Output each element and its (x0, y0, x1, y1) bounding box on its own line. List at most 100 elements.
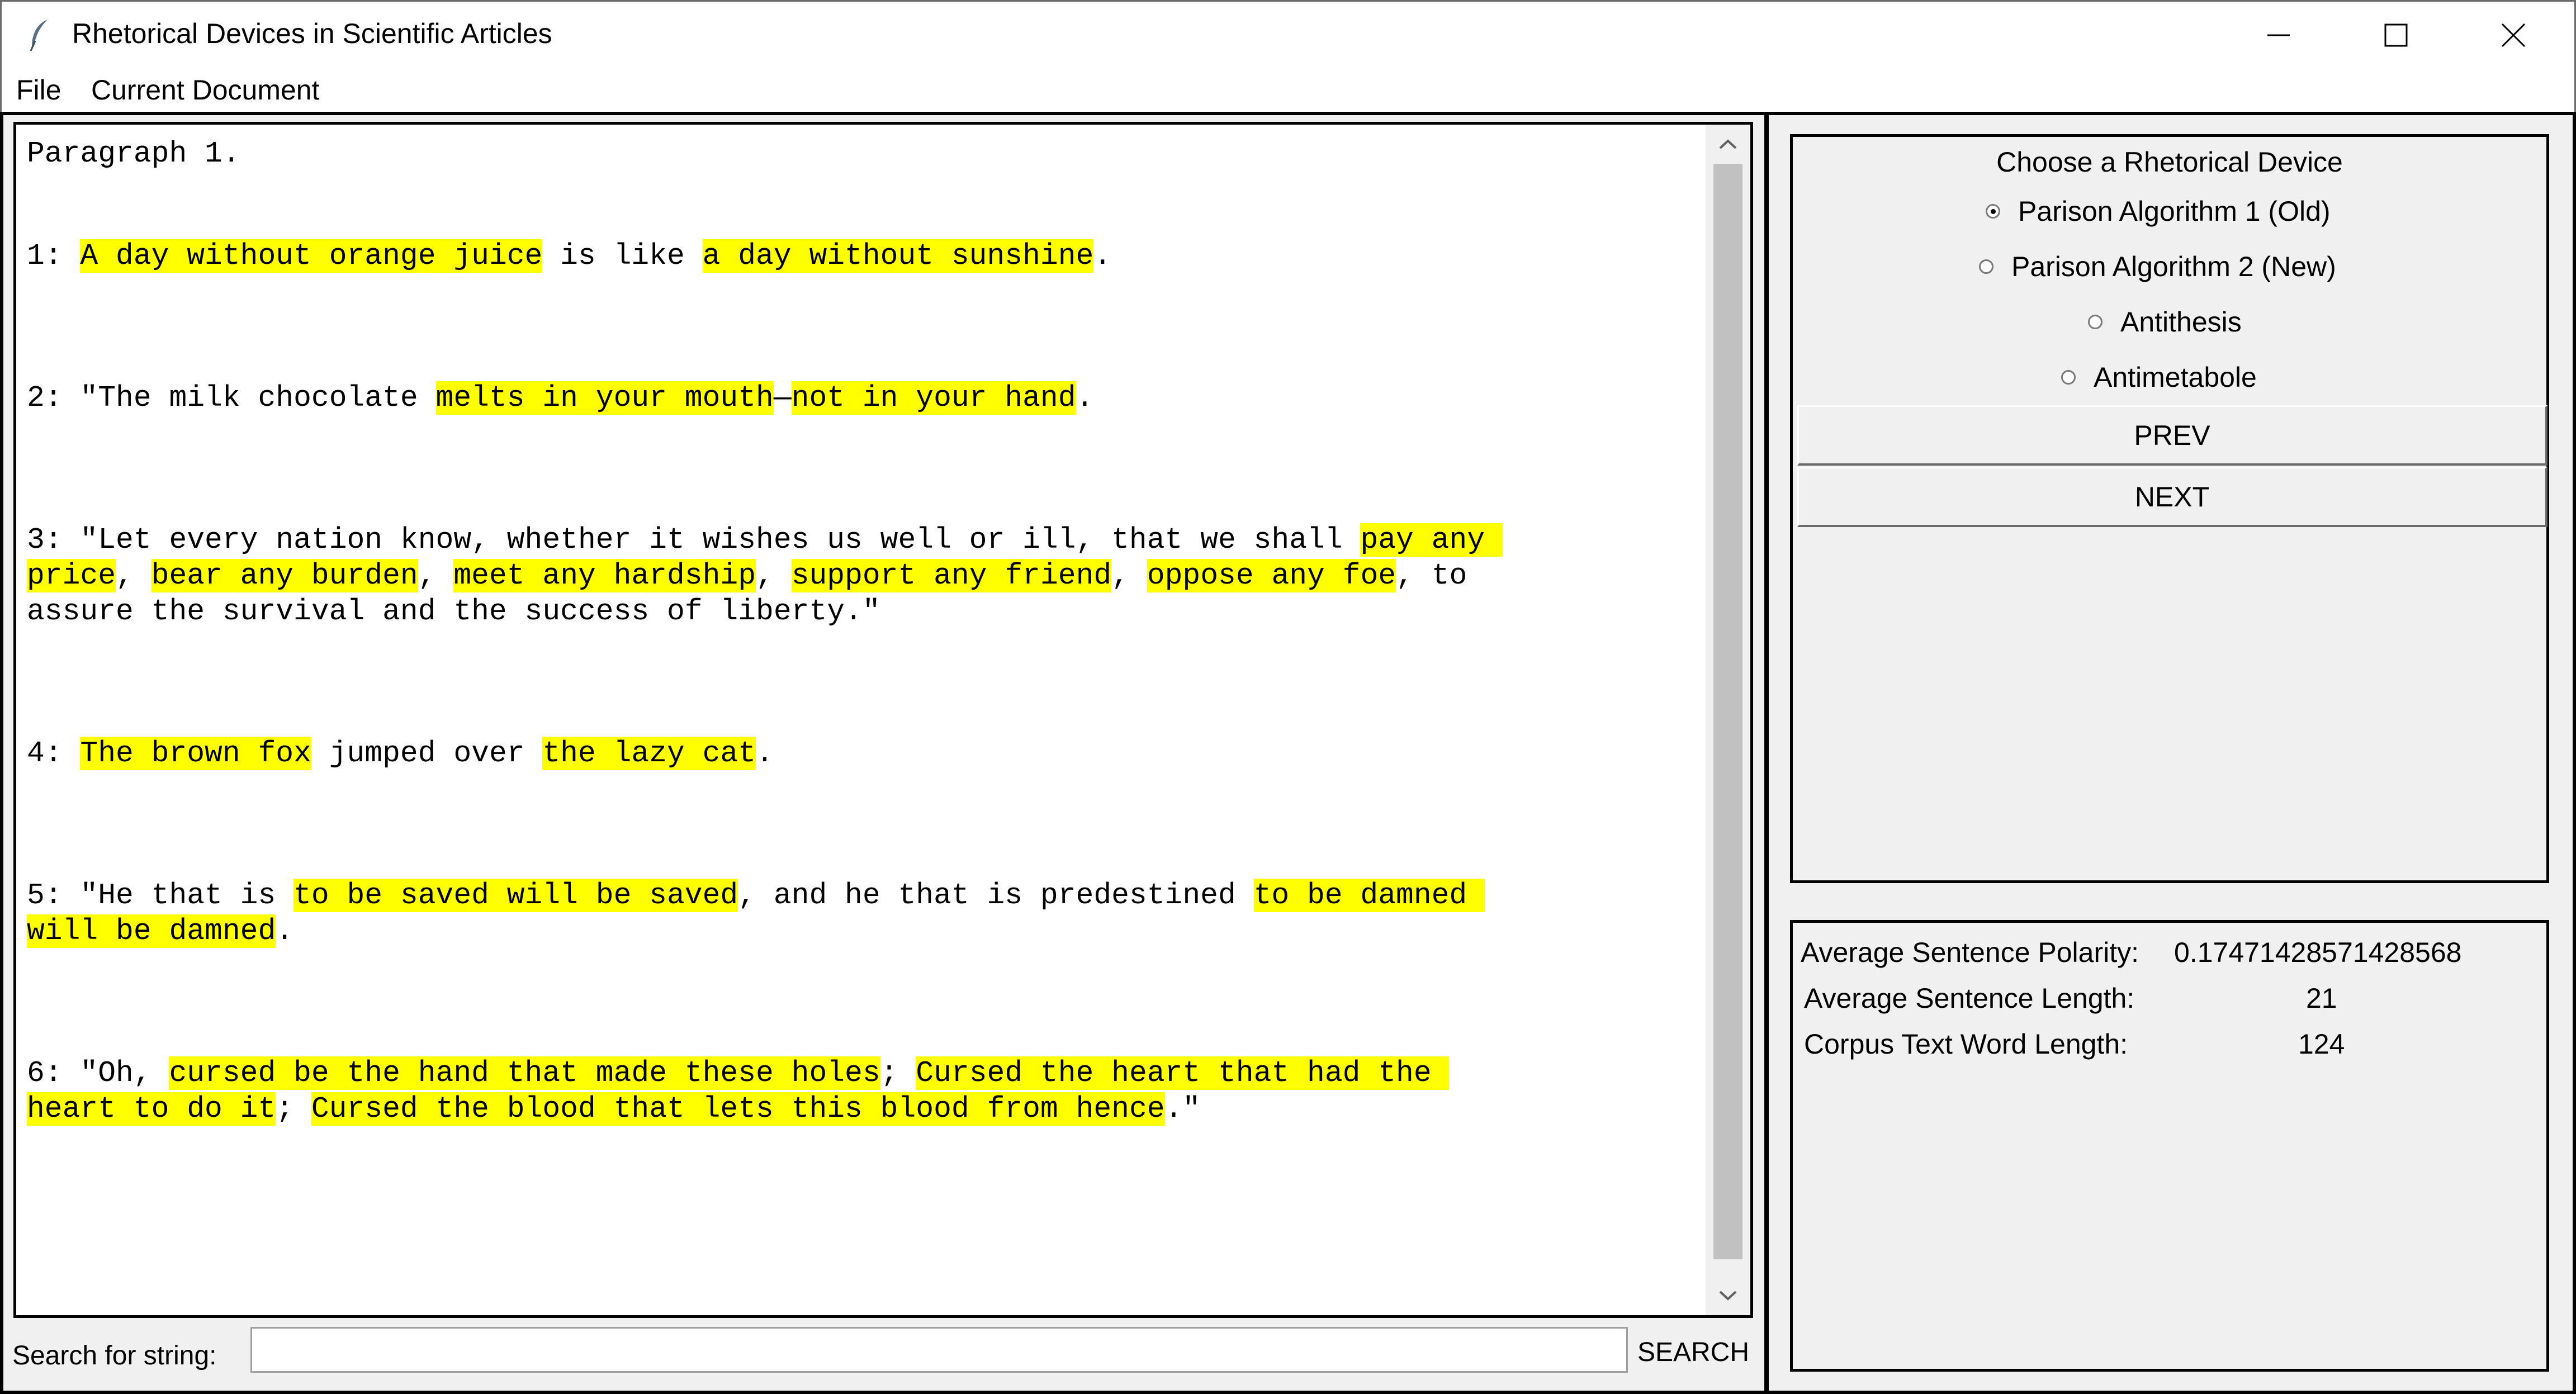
paragraph-heading: Paragraph 1. (27, 137, 240, 170)
text-segment: ." (1164, 1092, 1201, 1126)
pane-divider[interactable] (1764, 112, 1769, 1394)
stat-label-polarity: Average Sentence Polarity: (1801, 937, 2139, 968)
radio-label: Antimetabole (2094, 362, 2257, 393)
highlighted-phrase: melts in your mouth (435, 381, 774, 415)
text-line: heart to do it; Cursed the blood that le… (27, 1091, 1200, 1127)
text-line: 2: "The milk chocolate melts in your mou… (27, 380, 1093, 416)
vertical-scrollbar[interactable] (1706, 125, 1750, 1315)
text-segment: 5: "He that is (27, 879, 294, 912)
text-segment: . (276, 914, 294, 948)
highlighted-phrase: price (27, 559, 116, 592)
stat-value-word-length: 124 (2298, 1028, 2345, 1060)
search-label: Search for string: (12, 1341, 217, 1371)
text-segment: , (116, 559, 151, 592)
text-segment: assure the survival and the success of l… (27, 595, 880, 628)
highlighted-phrase: support any friend (791, 559, 1112, 592)
close-button[interactable] (2455, 2, 2572, 69)
text-line: 1: A day without orange juice is like a … (27, 238, 1111, 274)
radio-button[interactable] (2061, 370, 2076, 385)
radio-button[interactable] (1986, 204, 2000, 219)
radio-button[interactable] (1979, 259, 1993, 274)
device-panel-title: Choose a Rhetorical Device (1996, 146, 2343, 178)
highlighted-phrase: cursed be the hand that made these holes (169, 1056, 880, 1090)
highlighted-phrase: to be damned (1253, 879, 1485, 912)
text-line: 5: "He that is to be saved will be saved… (27, 878, 1485, 913)
radio-label: Antithesis (2120, 306, 2242, 338)
text-segment: . (756, 737, 774, 770)
radio-antithesis[interactable]: Antithesis (2088, 306, 2242, 338)
text-segment: — (773, 381, 792, 415)
text-line: price, bear any burden, meet any hardshi… (27, 558, 1467, 594)
document-text-area[interactable]: Paragraph 1. 1: A day without orange jui… (16, 125, 1706, 1315)
scroll-up-button[interactable] (1706, 125, 1750, 164)
highlighted-phrase: bear any burden (151, 559, 418, 592)
highlighted-phrase: pay any (1360, 523, 1503, 557)
radio-label: Parison Algorithm 2 (New) (2011, 251, 2336, 282)
text-segment: ; (276, 1092, 311, 1126)
highlighted-phrase: The brown fox (80, 737, 311, 770)
highlighted-phrase: to be saved will be saved (293, 879, 738, 912)
text-segment: , (418, 559, 454, 592)
text-segment: jumped over (311, 737, 543, 770)
search-button[interactable]: SEARCH (1633, 1327, 1753, 1377)
radio-label: Parison Algorithm 1 (Old) (2018, 196, 2331, 227)
radio-antimetabole[interactable]: Antimetabole (2061, 361, 2257, 393)
stat-value-sentence-length: 21 (2306, 983, 2337, 1014)
search-input[interactable] (250, 1327, 1628, 1373)
text-line: will be damned. (27, 913, 293, 949)
text-line: 4: The brown fox jumped over the lazy ca… (27, 736, 774, 771)
scroll-down-button[interactable] (1706, 1276, 1750, 1315)
stat-value-polarity: 0.17471428571428568 (2174, 937, 2462, 968)
text-segment: , to (1396, 559, 1467, 592)
text-segment: , (756, 559, 792, 592)
chevron-up-icon (1719, 139, 1737, 149)
chevron-down-icon (1719, 1291, 1737, 1301)
highlighted-phrase: oppose any foe (1147, 559, 1396, 592)
scroll-thumb[interactable] (1713, 164, 1742, 1259)
highlighted-phrase: Cursed the heart that had the (916, 1056, 1450, 1090)
minimize-button[interactable] (2220, 2, 2337, 69)
text-segment: . (1093, 239, 1112, 273)
text-segment: 6: "Oh, (27, 1056, 169, 1090)
prev-button[interactable]: PREV (1797, 405, 2547, 466)
menu-bar: File Current Document (0, 67, 2576, 112)
stats-panel: Average Sentence Polarity: 0.17471428571… (1790, 920, 2549, 1372)
stat-label-sentence-length: Average Sentence Length: (1804, 983, 2135, 1014)
text-segment: 1: (27, 239, 80, 273)
text-segment: is like (542, 239, 703, 273)
stat-label-word-length: Corpus Text Word Length: (1804, 1028, 2128, 1060)
text-line: 6: "Oh, cursed be the hand that made the… (27, 1055, 1450, 1091)
feather-icon (30, 20, 48, 51)
text-line: assure the survival and the success of l… (27, 594, 880, 629)
close-icon (2501, 23, 2526, 48)
text-segment: . (1076, 381, 1094, 415)
text-segment: 2: "The milk chocolate (27, 381, 436, 415)
text-segment: 4: (27, 737, 80, 770)
document-frame: Paragraph 1. 1: A day without orange jui… (13, 122, 1753, 1318)
menu-current-document[interactable]: Current Document (91, 74, 320, 106)
highlighted-phrase: A day without orange juice (80, 239, 543, 273)
device-panel: Choose a Rhetorical Device Parison Algor… (1790, 134, 2549, 883)
radio-button[interactable] (2088, 315, 2103, 329)
window-title: Rhetorical Devices in Scientific Article… (72, 18, 552, 49)
text-segment: 3: "Let every nation know, whether it wi… (27, 523, 1361, 557)
text-segment: , (1111, 559, 1147, 592)
text-line: 3: "Let every nation know, whether it wi… (27, 522, 1503, 558)
next-button[interactable]: NEXT (1797, 467, 2547, 527)
menu-file[interactable]: File (16, 74, 61, 106)
maximize-button[interactable] (2337, 2, 2455, 69)
highlighted-phrase: not in your hand (791, 381, 1076, 415)
title-bar: Rhetorical Devices in Scientific Article… (0, 0, 2576, 67)
highlighted-phrase: heart to do it (27, 1092, 276, 1126)
highlighted-phrase: will be damned (27, 914, 276, 948)
text-segment: ; (880, 1056, 916, 1090)
highlighted-phrase: Cursed the blood that lets this blood fr… (311, 1092, 1165, 1126)
minimize-icon (2267, 34, 2290, 36)
radio-parison-1[interactable]: Parison Algorithm 1 (Old) (1986, 195, 2331, 227)
highlighted-phrase: the lazy cat (542, 737, 756, 770)
highlighted-phrase: a day without sunshine (702, 239, 1094, 273)
maximize-icon (2384, 23, 2408, 47)
radio-parison-2[interactable]: Parison Algorithm 2 (New) (1979, 250, 2336, 283)
highlighted-phrase: meet any hardship (453, 559, 756, 592)
text-segment: , and he that is predestined (738, 879, 1254, 912)
